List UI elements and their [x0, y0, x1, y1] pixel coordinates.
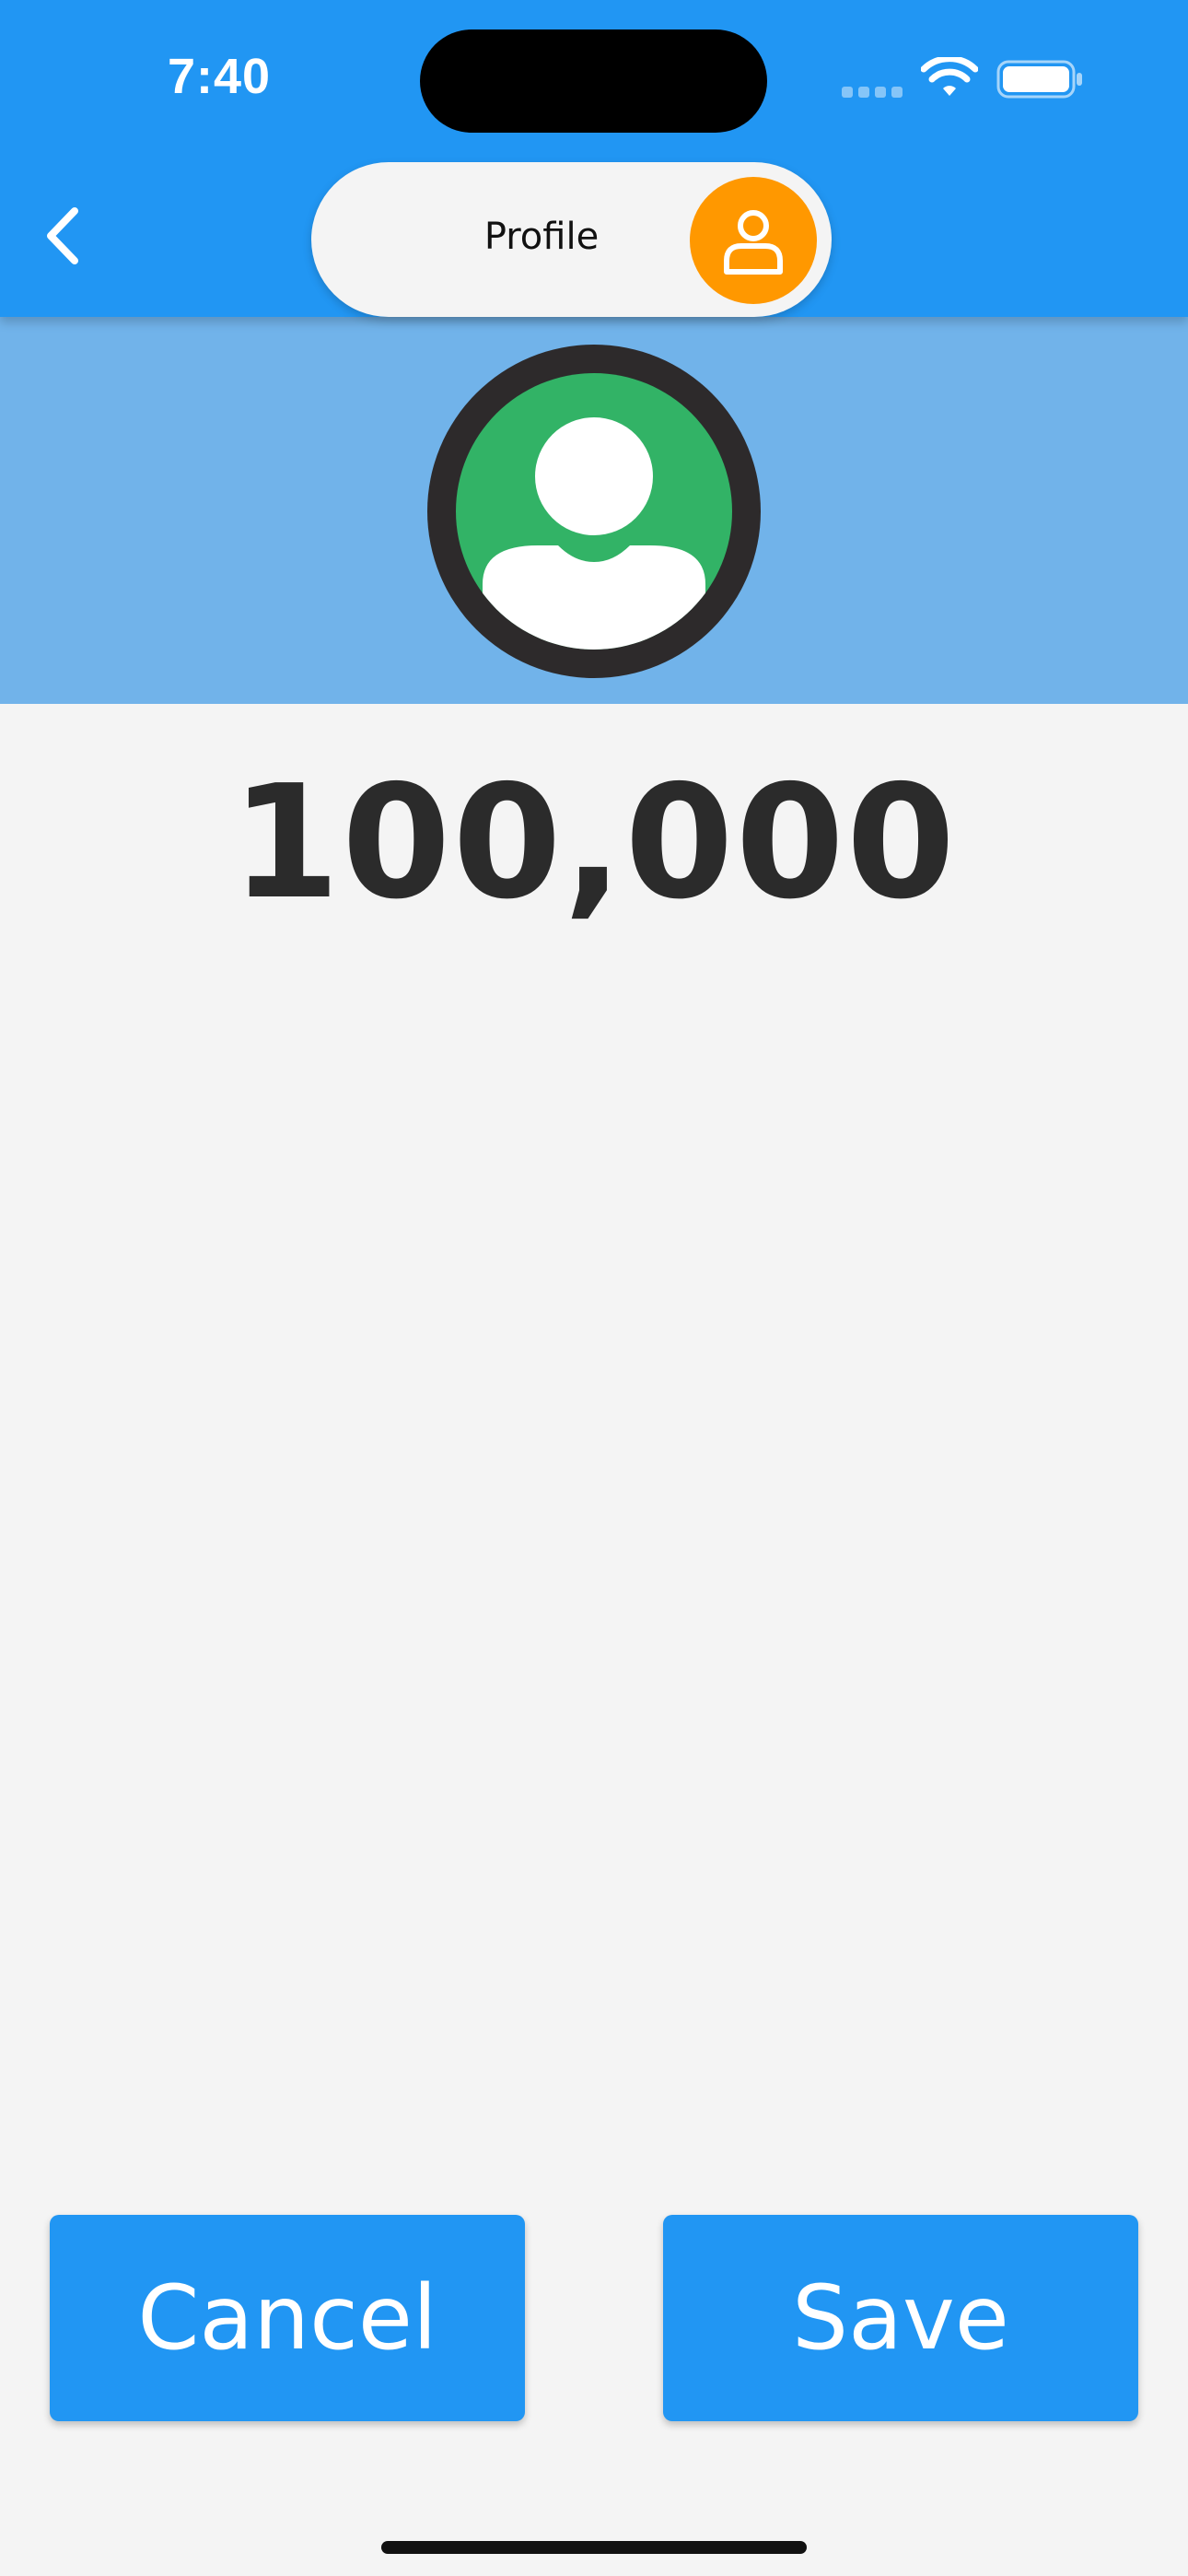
cancel-button[interactable]: Cancel — [50, 2215, 525, 2421]
save-button[interactable]: Save — [663, 2215, 1138, 2421]
battery-icon — [996, 60, 1082, 99]
profile-screen: 7:40 Profile 100,000 Cancel Save — [0, 0, 1188, 2576]
user-avatar-icon[interactable] — [427, 345, 761, 678]
profile-badge — [690, 177, 817, 304]
status-time: 7:40 — [168, 49, 272, 104]
profile-title-pill[interactable]: Profile — [311, 162, 832, 317]
person-icon — [724, 210, 783, 275]
page-title: Profile — [483, 216, 600, 258]
back-button[interactable] — [26, 199, 99, 273]
home-indicator[interactable] — [381, 2541, 807, 2554]
cellular-signal-icon — [842, 87, 906, 98]
balance-value: 100,000 — [230, 752, 958, 934]
chevron-left-icon — [47, 207, 78, 264]
wifi-icon — [921, 57, 978, 96]
app-bar: 7:40 Profile — [0, 0, 1188, 317]
dynamic-island — [420, 29, 767, 133]
